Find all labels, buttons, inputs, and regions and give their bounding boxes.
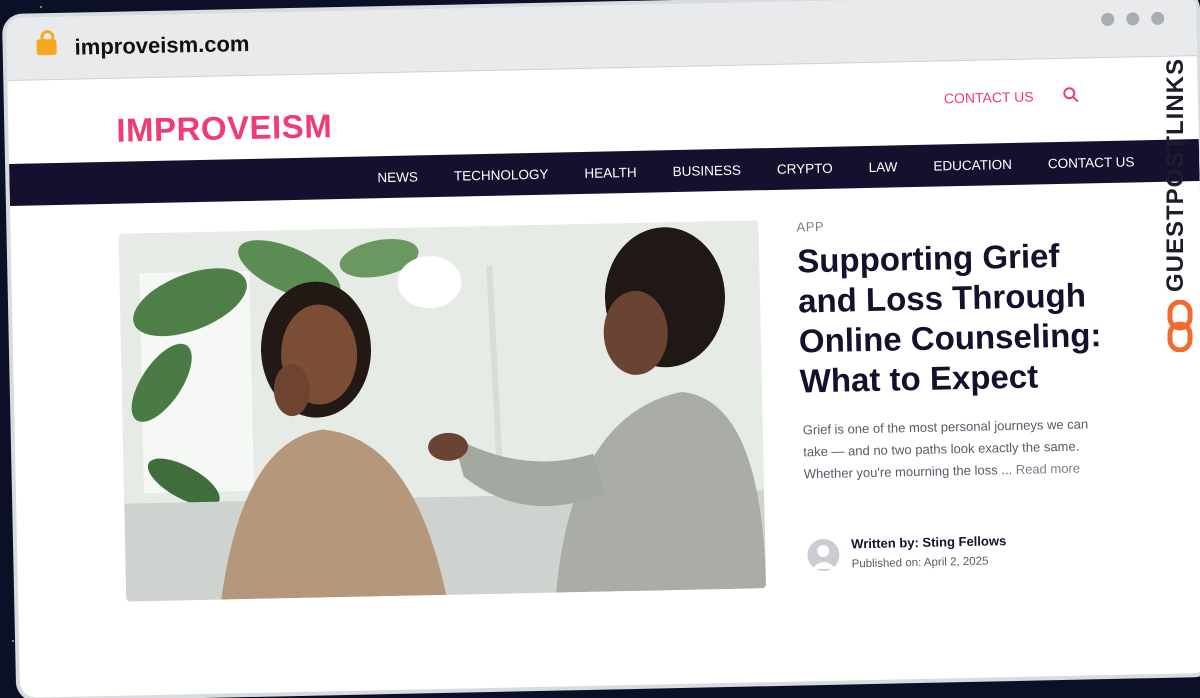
article-published-date: Published on: April 2, 2025 [851, 555, 989, 571]
nav-item-crypto[interactable]: CRYPTO [777, 160, 833, 176]
background-star [40, 6, 42, 8]
nav-item-news[interactable]: NEWS [377, 169, 418, 185]
article-category[interactable]: APP [796, 219, 824, 235]
featured-image-illustration [118, 220, 767, 602]
link-chain-icon [1167, 300, 1193, 352]
nav-item-business[interactable]: BUSINESS [672, 162, 741, 178]
header-contact-link[interactable]: CONTACT US [944, 88, 1034, 106]
site-logo[interactable]: IMPROVEISM [116, 107, 333, 150]
nav-item-technology[interactable]: TECHNOLOGY [454, 166, 549, 183]
background-star [210, 10, 212, 12]
article-author[interactable]: Written by: Sting Fellows [851, 533, 1006, 551]
nav-item-law[interactable]: LAW [868, 159, 897, 175]
read-more-link[interactable]: Read more [1016, 461, 1081, 477]
nav-item-health[interactable]: HEALTH [584, 164, 637, 180]
lock-icon [36, 38, 57, 56]
background-star [12, 640, 14, 642]
window-dot-icon[interactable] [1126, 12, 1140, 26]
nav-item-contact[interactable]: CONTACT US [1048, 154, 1135, 171]
nav-item-education[interactable]: EDUCATION [933, 156, 1012, 173]
article-featured-image[interactable] [118, 220, 767, 602]
author-avatar[interactable] [807, 538, 840, 572]
browser-window: improveism.com IMPROVEISM CONTACT US NEW… [6, 0, 1200, 698]
guestpostlinks-watermark: GUESTPOSTLINKS [1162, 58, 1189, 293]
article-title[interactable]: Supporting Grief and Loss Through Online… [797, 235, 1120, 402]
background-star [480, 4, 482, 6]
window-controls [1101, 11, 1165, 27]
window-dot-icon[interactable] [1101, 12, 1115, 27]
search-icon[interactable] [1062, 86, 1080, 104]
browser-chrome: improveism.com [6, 0, 1198, 81]
article-excerpt: Grief is one of the most personal journe… [803, 413, 1104, 485]
window-dot-icon[interactable] [1151, 11, 1165, 26]
address-bar-url[interactable]: improveism.com [74, 31, 249, 61]
main-nav: NEWS TECHNOLOGY HEALTH BUSINESS CRYPTO L… [9, 139, 1200, 206]
avatar-placeholder-icon [811, 544, 836, 570]
